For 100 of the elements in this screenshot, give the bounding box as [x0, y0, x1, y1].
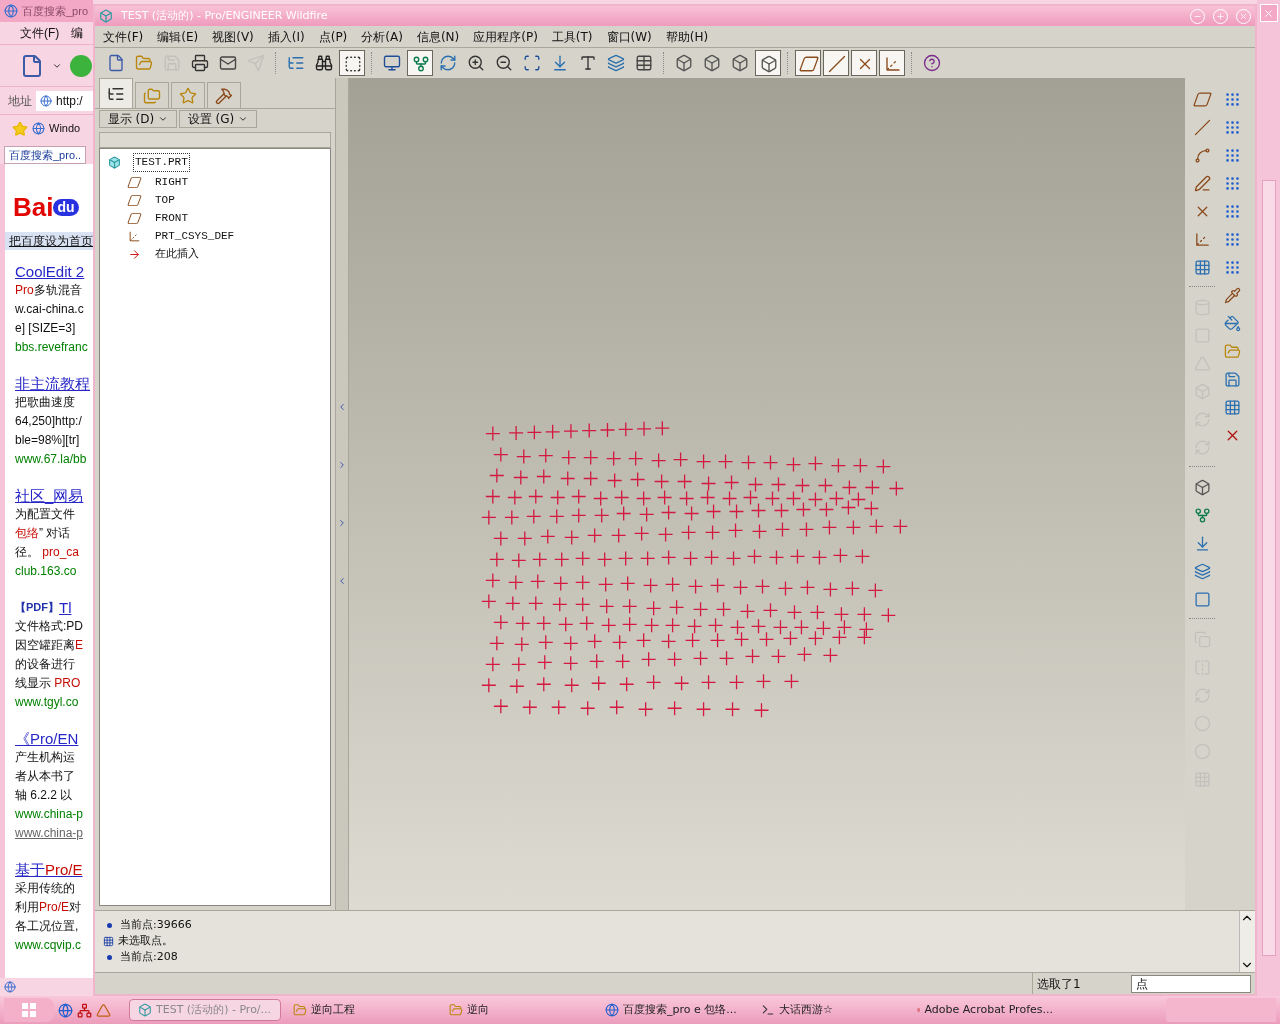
- menu-item[interactable]: 帮助(H): [665, 27, 709, 46]
- taskbar-button[interactable]: 大话西游☆: [753, 999, 905, 1021]
- fork-icon: [412, 55, 430, 73]
- browser-tab[interactable]: 百度搜索_pro..: [4, 145, 87, 164]
- address-field[interactable]: http:/: [36, 90, 93, 111]
- toolbar-button[interactable]: [879, 50, 905, 76]
- result-text: ble=98%][tr]: [15, 432, 81, 449]
- toolbar-button[interactable]: [407, 50, 433, 76]
- result-url[interactable]: bbs.revefranc: [15, 338, 93, 357]
- maximize-icon: [1216, 11, 1225, 21]
- toolbar-button[interactable]: [851, 50, 877, 76]
- toolbar-button[interactable]: [755, 50, 781, 76]
- tree-item[interactable]: 在此插入: [153, 244, 201, 264]
- result-link[interactable]: Tl: [59, 598, 72, 617]
- filter-field[interactable]: [99, 132, 331, 148]
- star-icon[interactable]: [12, 120, 28, 137]
- toolbar-button[interactable]: [795, 50, 821, 76]
- navigator-tab[interactable]: [207, 82, 241, 108]
- result-url[interactable]: www.china-p: [15, 824, 93, 843]
- menu-item[interactable]: 点(P): [318, 27, 348, 46]
- pipette-icon: [1223, 286, 1241, 304]
- result-url[interactable]: www.67.la/bb: [15, 450, 93, 469]
- parallelogram-icon: [125, 175, 144, 189]
- dots-icon: [1223, 118, 1241, 136]
- taskbar-button[interactable]: 逆向工程: [285, 999, 437, 1021]
- filter-dropdown[interactable]: 点: [1131, 974, 1251, 993]
- expand-icon[interactable]: [337, 518, 347, 528]
- result-text: 包络” 对话: [15, 525, 72, 542]
- toolbar-button[interactable]: [823, 50, 849, 76]
- window-title: 百度搜索_pro: [22, 3, 89, 19]
- menu-item[interactable]: 视图(V): [212, 27, 254, 46]
- result-text: 64,250]http:/: [15, 413, 83, 430]
- result-link[interactable]: 《Pro/EN: [15, 729, 79, 748]
- network-icon[interactable]: [77, 1002, 92, 1018]
- result-url[interactable]: www.tgyl.co: [15, 693, 93, 712]
- taskbar-button[interactable]: 百度搜索_pro e 包络...: [597, 999, 749, 1021]
- arrow-box-icon: [551, 54, 569, 72]
- browser-icon[interactable]: [58, 1002, 73, 1018]
- dropdown-button[interactable]: 设置 (G): [179, 110, 257, 128]
- tree-item[interactable]: TEST.PRT: [133, 153, 190, 172]
- menu-item[interactable]: 插入(I): [267, 27, 305, 46]
- result-url[interactable]: www.cqvip.c: [15, 936, 93, 955]
- table-icon: [635, 54, 653, 72]
- dropdown-button[interactable]: 显示 (D): [99, 110, 177, 128]
- menu-item[interactable]: 应用程序(P): [473, 27, 538, 46]
- tree-item[interactable]: FRONT: [153, 208, 190, 228]
- taskbar-button[interactable]: Adobe Acrobat Profes...: [909, 999, 1061, 1021]
- menu-item[interactable]: 文件(F): [20, 24, 60, 42]
- selection-icon: [103, 936, 114, 947]
- tree-item[interactable]: TOP: [153, 190, 177, 210]
- bullet-icon: [107, 955, 112, 960]
- folder-icon: [135, 54, 153, 72]
- windows-logo-icon: [21, 1002, 37, 1018]
- taskbar-button[interactable]: 逆向: [441, 999, 593, 1021]
- dots-icon: [1223, 230, 1241, 248]
- tree-item[interactable]: RIGHT: [153, 172, 190, 192]
- menu-item[interactable]: 信息(N): [416, 27, 460, 46]
- parallelogram-icon: [125, 193, 144, 207]
- close-icon: [1239, 11, 1248, 21]
- zoom-out-icon: [495, 54, 513, 72]
- result-link[interactable]: CoolEdit 2: [15, 262, 85, 281]
- result-text: 把歌曲速度: [15, 394, 76, 411]
- result-text: 者从本书了: [15, 768, 76, 785]
- close-button[interactable]: [1259, 4, 1278, 22]
- collapse-icon[interactable]: [337, 576, 347, 586]
- menu-item[interactable]: 文件(F): [103, 27, 144, 46]
- tree-item[interactable]: PRT_CSYS_DEF: [153, 226, 237, 246]
- collapse-icon[interactable]: [337, 402, 347, 412]
- back-icon[interactable]: [70, 54, 92, 77]
- text-box-icon: [579, 54, 597, 72]
- curve-icon: [1193, 146, 1211, 164]
- scrollbar[interactable]: [1239, 911, 1255, 972]
- folder-icon: [1223, 342, 1241, 360]
- menu-item[interactable]: 分析(A): [361, 27, 403, 46]
- grid-icon: [1223, 398, 1241, 416]
- cube-icon: [675, 54, 693, 72]
- menu-item[interactable]: 窗口(W): [606, 27, 652, 46]
- triangle-icon[interactable]: [96, 1002, 111, 1018]
- result-text: 径。 pro_ca: [15, 544, 81, 561]
- toolbar-button[interactable]: [339, 50, 365, 76]
- result-link[interactable]: 社区_网易: [15, 486, 84, 505]
- expand-icon[interactable]: [337, 460, 347, 470]
- scrollbar[interactable]: [1261, 180, 1276, 956]
- selection-status: 选取了1: [1037, 975, 1081, 993]
- result-url[interactable]: club.163.co: [15, 562, 93, 581]
- binoculars-icon: [315, 54, 333, 72]
- dots-icon: [1223, 146, 1241, 164]
- menu-item[interactable]: 编辑(E): [157, 27, 199, 46]
- result-text: Pro多轨混音: [15, 282, 83, 299]
- menu-item[interactable]: 工具(T): [551, 27, 593, 46]
- monitor-icon: [383, 54, 401, 72]
- dots-icon: [1223, 202, 1241, 220]
- result-text: 的设备进行: [15, 656, 76, 673]
- result-url[interactable]: www.china-p: [15, 805, 93, 824]
- menu-item[interactable]: 编: [71, 24, 84, 42]
- result-text: 为配置文件: [15, 506, 76, 523]
- navigator-tab[interactable]: [99, 78, 133, 108]
- globe-icon: [605, 1003, 619, 1017]
- start-button[interactable]: [4, 998, 54, 1022]
- message-text: 当前点:39666: [120, 917, 192, 934]
